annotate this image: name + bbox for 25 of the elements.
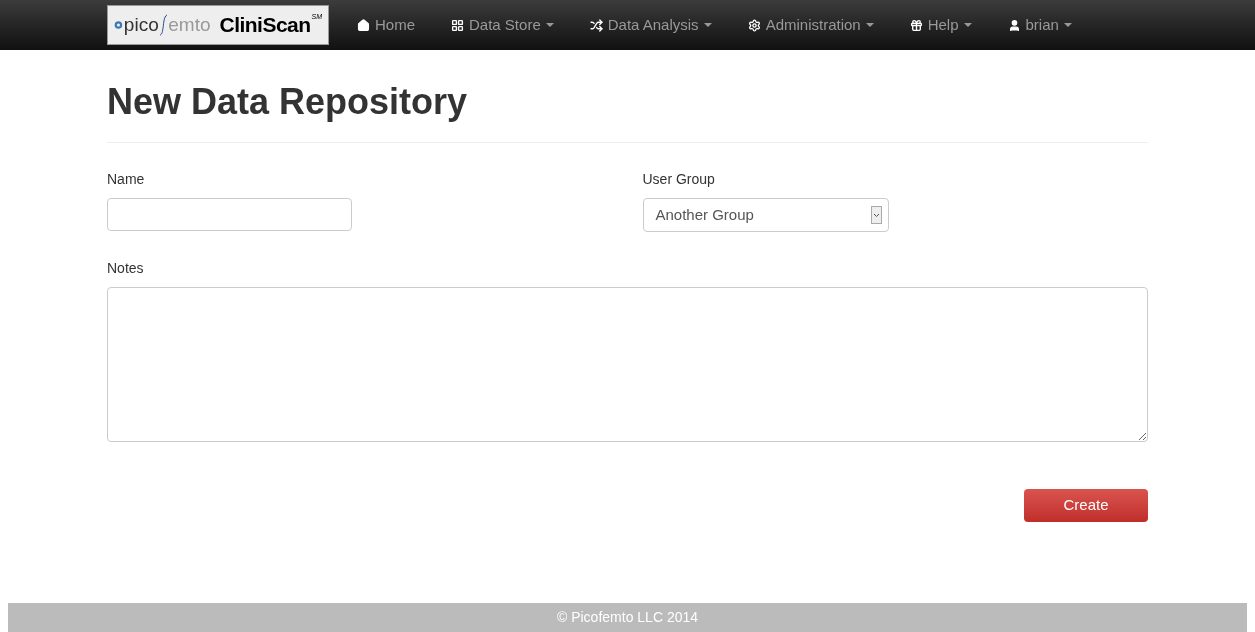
gear-icon: [747, 18, 761, 32]
page-title: New Data Repository: [107, 80, 469, 124]
flower-icon: [114, 18, 123, 32]
nav-link[interactable]: Help: [909, 13, 972, 37]
nav-link[interactable]: Administration: [747, 13, 874, 37]
product-name: CliniScan: [219, 12, 311, 39]
nav-link[interactable]: Data Analysis: [589, 13, 712, 37]
footer: © Picofemto LLC 2014: [8, 603, 1247, 632]
logo-text: emto: [168, 12, 211, 37]
logo-text: pico: [123, 12, 159, 37]
nav-link[interactable]: brian: [1007, 13, 1072, 37]
user-group-select[interactable]: Another Group: [642, 198, 889, 232]
grid-icon: [451, 18, 464, 32]
gift-icon: [909, 18, 923, 32]
nav-link[interactable]: Data Store: [451, 13, 554, 37]
notes-field[interactable]: [107, 287, 1148, 442]
create-button[interactable]: Create: [1024, 489, 1148, 522]
field-label: Notes: [107, 259, 145, 278]
field-label: User Group: [642, 170, 716, 189]
name-field[interactable]: [107, 198, 352, 231]
home-icon: [357, 18, 370, 32]
shuffle-icon: [589, 18, 603, 32]
nav-link[interactable]: Home: [357, 13, 415, 37]
field-label: Name: [107, 170, 146, 189]
user-icon: [1007, 18, 1021, 32]
